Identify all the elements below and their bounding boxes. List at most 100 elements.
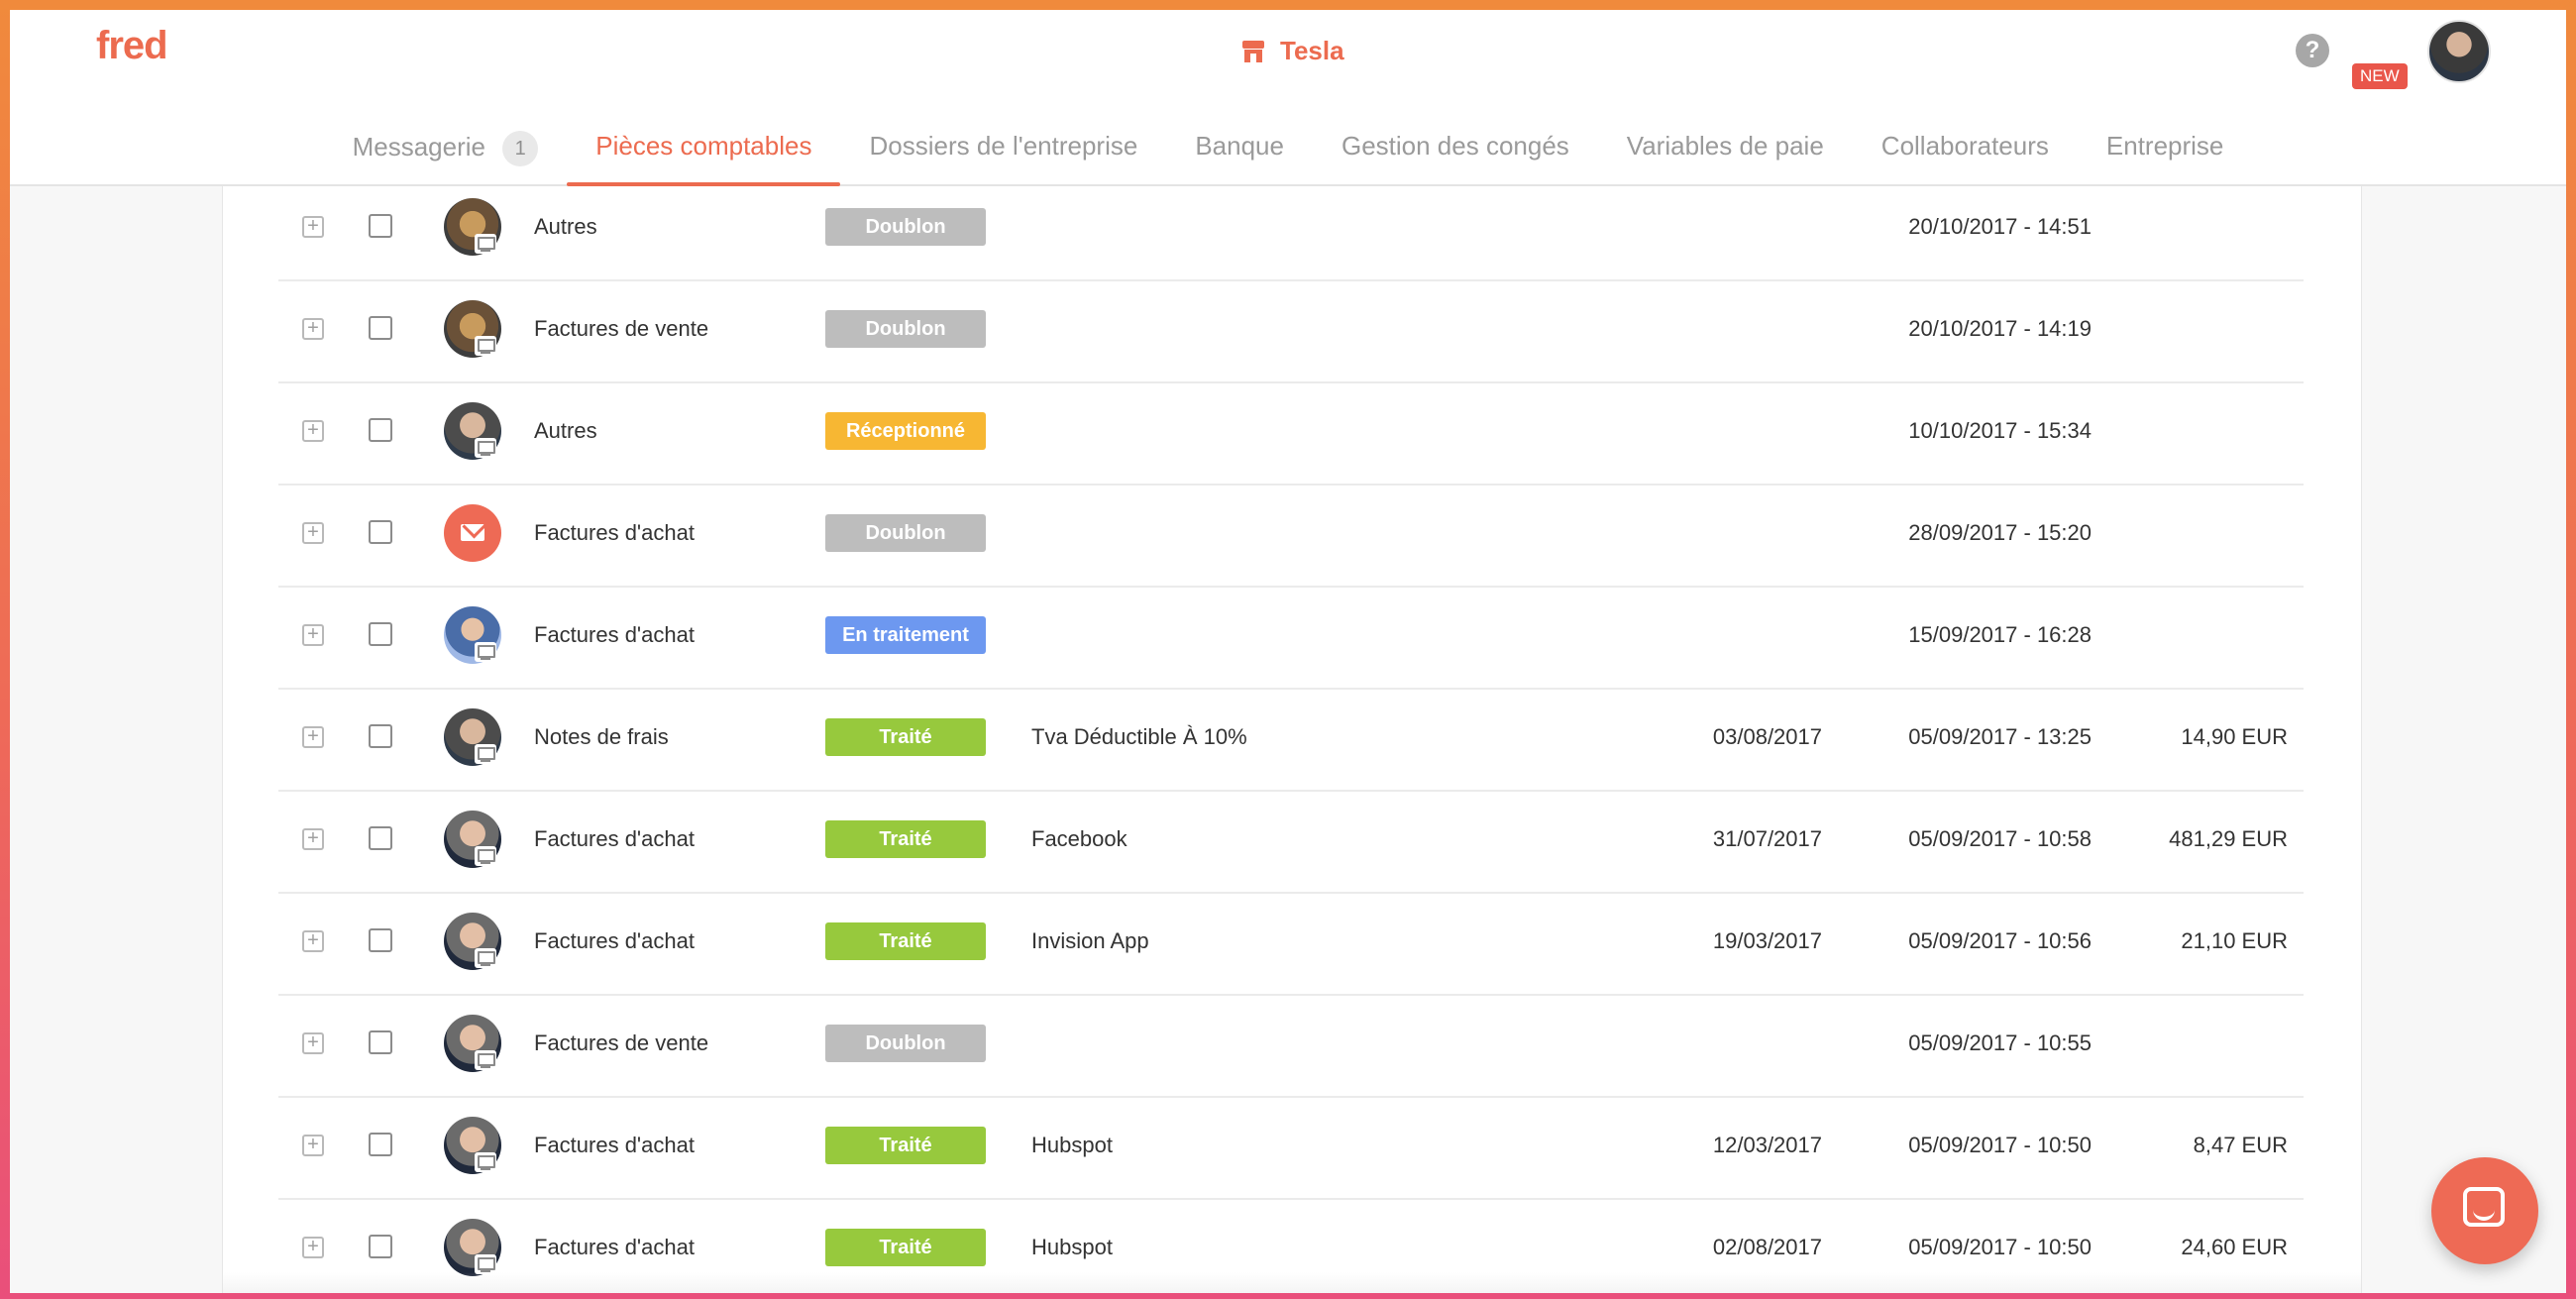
row-category: Notes de frais (534, 724, 669, 749)
row-amount: 21,10 EUR (2181, 928, 2288, 953)
expand-icon[interactable]: + (302, 828, 324, 850)
row-document-date: 12/03/2017 (1712, 1133, 1822, 1157)
tab-label: Pièces comptables (595, 131, 812, 161)
table-row[interactable]: + Factures d'achat En traitement 15/09/2017… (278, 587, 2304, 690)
row-category: Factures d'achat (534, 622, 695, 647)
row-document-date: 19/03/2017 (1712, 928, 1822, 953)
expand-icon[interactable]: + (302, 1135, 324, 1156)
row-document-date: 02/08/2017 (1712, 1235, 1822, 1259)
tab-pieces-comptables[interactable]: Pièces comptables (567, 109, 841, 186)
row-document-date: 03/08/2017 (1712, 724, 1822, 749)
computer-icon (475, 1152, 496, 1172)
row-checkbox[interactable] (369, 928, 392, 952)
row-checkbox[interactable] (369, 520, 392, 544)
company-name: Tesla (1280, 36, 1344, 65)
tab-variables-paie[interactable]: Variables de paie (1598, 109, 1853, 184)
status-badge: Traité (825, 922, 986, 960)
computer-icon (475, 948, 496, 968)
row-upload-date: 05/09/2017 - 10:50 (1908, 1133, 2092, 1157)
row-checkbox[interactable] (369, 826, 392, 850)
row-checkbox[interactable] (369, 316, 392, 340)
message-count-badge: 1 (502, 131, 539, 166)
computer-icon (475, 1254, 496, 1274)
chat-button[interactable] (2431, 1157, 2538, 1264)
expand-icon[interactable]: + (302, 1237, 324, 1258)
row-amount: 8,47 EUR (2193, 1133, 2288, 1157)
status-badge: Doublon (825, 1025, 986, 1062)
row-upload-date: 05/09/2017 - 13:25 (1908, 724, 2092, 749)
tab-label: Collaborateurs (1880, 131, 2049, 161)
table-row[interactable]: + Factures d'achat Doublon 28/09/2017 - 15:… (278, 485, 2304, 588)
expand-icon[interactable]: + (302, 420, 324, 442)
table-row[interactable]: + Factures d'achat Traité Hubspot 12/03/2017… (278, 1097, 2304, 1200)
status-badge: Doublon (825, 208, 986, 246)
table-row[interactable]: + Autres Réceptionné 10/10/2017 - 15:34 (278, 382, 2304, 486)
table-row[interactable]: + Factures de vente Doublon 20/10/2017 - 14… (278, 280, 2304, 383)
row-upload-date: 10/10/2017 - 15:34 (1908, 418, 2092, 443)
row-upload-date: 28/09/2017 - 15:20 (1908, 520, 2092, 545)
tab-banque[interactable]: Banque (1166, 109, 1313, 184)
row-checkbox[interactable] (369, 418, 392, 442)
tab-collaborateurs[interactable]: Collaborateurs (1853, 109, 2078, 184)
row-category: Factures d'achat (534, 928, 695, 953)
status-badge: En traitement (825, 616, 986, 654)
row-category: Factures d'achat (534, 1133, 695, 1157)
computer-icon (475, 744, 496, 764)
row-checkbox[interactable] (369, 214, 392, 238)
status-badge: Traité (825, 1229, 986, 1266)
top-header: fred Tesla ? NEW Messagerie 1 Pièces com… (10, 10, 2566, 186)
tab-dossiers-entreprise[interactable]: Dossiers de l'entreprise (840, 109, 1166, 184)
expand-icon[interactable]: + (302, 216, 324, 238)
status-badge: Réceptionné (825, 412, 986, 450)
row-category: Factures d'achat (534, 826, 695, 851)
row-upload-date: 20/10/2017 - 14:51 (1908, 214, 2092, 239)
computer-icon (475, 1050, 496, 1070)
row-checkbox[interactable] (369, 724, 392, 748)
row-checkbox[interactable] (369, 1030, 392, 1054)
company-selector[interactable]: Tesla (1238, 36, 1344, 66)
row-upload-date: 05/09/2017 - 10:58 (1908, 826, 2092, 851)
fred-logo[interactable]: fred (96, 24, 168, 68)
expand-icon[interactable]: + (302, 522, 324, 544)
help-icon[interactable]: ? (2296, 34, 2329, 67)
row-checkbox[interactable] (369, 1133, 392, 1156)
new-badge[interactable]: NEW (2352, 63, 2408, 89)
tab-label: Dossiers de l'entreprise (869, 131, 1138, 161)
expand-icon[interactable]: + (302, 318, 324, 340)
row-supplier: Facebook (1031, 826, 1127, 851)
table-row[interactable]: + Factures d'achat Traité Invision App 19/03… (278, 893, 2304, 996)
table-row[interactable]: + Factures d'achat Traité Facebook 31/07/201… (278, 791, 2304, 894)
mail-icon (444, 504, 501, 562)
documents-table: + Autres Doublon 20/10/2017 - 14:51 + Facture… (222, 178, 2362, 1293)
row-supplier: Tva Déductible À 10% (1031, 724, 1247, 749)
app-frame: fred Tesla ? NEW Messagerie 1 Pièces com… (10, 10, 2566, 1293)
expand-icon[interactable]: + (302, 624, 324, 646)
row-checkbox[interactable] (369, 1235, 392, 1258)
user-avatar[interactable] (2427, 20, 2491, 83)
status-badge: Traité (825, 820, 986, 858)
tab-label: Banque (1195, 131, 1284, 161)
tab-messagerie[interactable]: Messagerie 1 (324, 109, 568, 184)
scroll-fade (223, 1272, 2361, 1293)
table-row[interactable]: + Autres Doublon 20/10/2017 - 14:51 (278, 178, 2304, 281)
row-category: Factures d'achat (534, 1235, 695, 1259)
table-row[interactable]: + Factures de vente Doublon 05/09/2017 - 10… (278, 995, 2304, 1098)
tab-gestion-conges[interactable]: Gestion des congés (1313, 109, 1598, 184)
row-checkbox[interactable] (369, 622, 392, 646)
status-badge: Doublon (825, 514, 986, 552)
tab-label: Variables de paie (1626, 131, 1824, 161)
row-upload-date: 05/09/2017 - 10:56 (1908, 928, 2092, 953)
computer-icon (475, 846, 496, 866)
row-category: Autres (534, 214, 597, 239)
row-supplier: Hubspot (1031, 1133, 1113, 1157)
store-icon (1242, 40, 1264, 62)
row-amount: 481,29 EUR (2169, 826, 2288, 851)
row-amount: 14,90 EUR (2181, 724, 2288, 749)
expand-icon[interactable]: + (302, 930, 324, 952)
computer-icon (475, 438, 496, 458)
table-row[interactable]: + Notes de frais Traité Tva Déductible À 10… (278, 689, 2304, 792)
expand-icon[interactable]: + (302, 1032, 324, 1054)
computer-icon (475, 336, 496, 356)
tab-entreprise[interactable]: Entreprise (2078, 109, 2253, 184)
expand-icon[interactable]: + (302, 726, 324, 748)
